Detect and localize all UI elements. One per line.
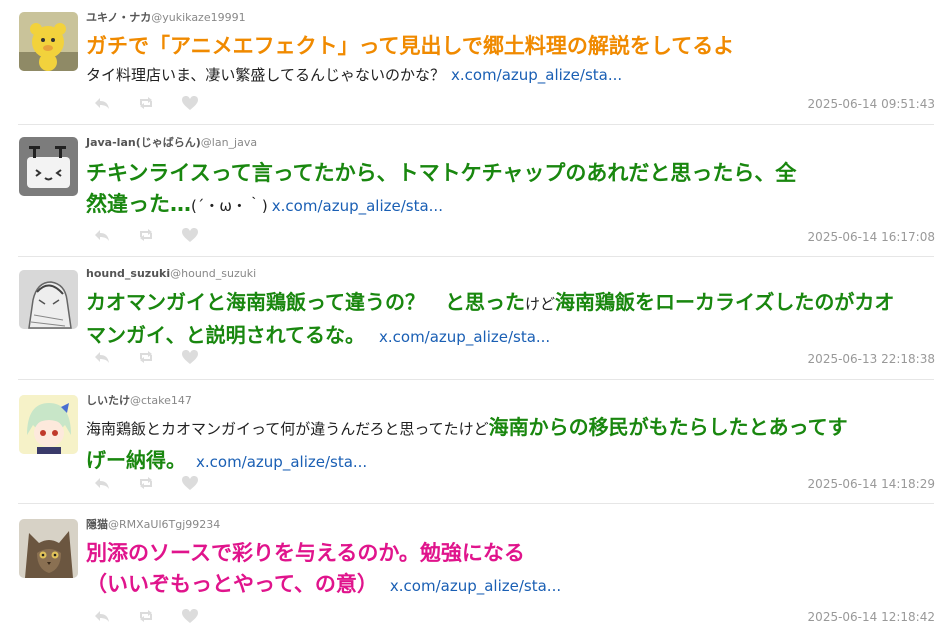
- user-handle[interactable]: @lan_java: [201, 136, 257, 149]
- tweet-text-line: カオマンガイと海南鶏飯って違うの？ と思った: [86, 290, 525, 314]
- tweet-meta: しいたけ@ctake147: [86, 392, 192, 408]
- like-icon[interactable]: [180, 608, 200, 624]
- tweet-item: しいたけ@ctake147 海南鶏飯とカオマンガイって何が違うんだろと思ってたけ…: [0, 383, 946, 505]
- user-handle[interactable]: @hound_suzuki: [170, 267, 256, 280]
- timestamp[interactable]: 2025-06-14 09:51:43: [808, 97, 935, 111]
- tweet-actions: [92, 474, 200, 492]
- tweet-text-line: マンガイ、と説明されてるな。: [86, 323, 365, 347]
- robot-face-avatar-icon[interactable]: [19, 137, 78, 196]
- tweet-actions: [92, 94, 200, 112]
- tweet-body: ガチで「アニメエフェクト」って見出しで郷土料理の解説をしてるよ タイ料理店いま、…: [86, 31, 938, 88]
- tweet-meta: hound_suzuki@hound_suzuki: [86, 267, 256, 280]
- yellow-bear-avatar-icon[interactable]: [19, 12, 78, 71]
- kaomoji: (´・ω・｀): [191, 197, 268, 215]
- timestamp[interactable]: 2025-06-14 16:17:08: [808, 230, 935, 244]
- tweet-actions: [92, 348, 200, 366]
- retweet-icon[interactable]: [136, 475, 156, 491]
- cat-photo-avatar-icon[interactable]: [19, 519, 78, 578]
- tweet-body: 海南鶏飯とカオマンガイって何が違うんだろと思ってたけど海南からの移民がもたらした…: [86, 412, 938, 478]
- user-name[interactable]: Java-lan(じゃばらん): [86, 136, 201, 149]
- retweet-icon[interactable]: [136, 608, 156, 624]
- retweet-icon[interactable]: [136, 95, 156, 111]
- tweet-link[interactable]: x.com/azup_alize/sta...: [451, 66, 622, 84]
- tweet-text-line: げー納得。: [86, 448, 186, 472]
- user-handle[interactable]: @RMXaUl6Tgj99234: [108, 518, 220, 531]
- retweet-icon[interactable]: [136, 349, 156, 365]
- retweet-icon[interactable]: [136, 227, 156, 243]
- timestamp[interactable]: 2025-06-14 14:18:29: [808, 477, 935, 491]
- tweet-actions: [92, 607, 200, 625]
- tweet-item: ユキノ・ナカ@yukikaze19991 ガチで「アニメエフェクト」って見出しで…: [0, 0, 946, 124]
- divider: [18, 379, 934, 380]
- tweet-text-line: 海南鶏飯をローカライズしたのがカオ: [555, 290, 895, 314]
- tweet-item: hound_suzuki@hound_suzuki カオマンガイと海南鶏飯って違…: [0, 258, 946, 379]
- anime-girl-avatar-icon[interactable]: [19, 395, 78, 454]
- tweet-body: 別添のソースで彩りを与えるのか。勉強になる （いいぞもっとやって、の意） x.co…: [86, 538, 938, 602]
- tweet-text-line: 然違った…: [86, 192, 191, 216]
- tweet-link[interactable]: x.com/azup_alize/sta...: [390, 577, 561, 595]
- divider: [18, 256, 934, 257]
- timestamp[interactable]: 2025-06-13 22:18:38: [808, 352, 935, 366]
- tweet-text-line: タイ料理店いま、凄い繁盛してるんじゃないのかな？: [86, 66, 445, 84]
- user-handle[interactable]: @yukikaze19991: [151, 11, 245, 24]
- reply-icon[interactable]: [92, 608, 112, 624]
- like-icon[interactable]: [180, 349, 200, 365]
- user-handle[interactable]: @ctake147: [130, 394, 192, 407]
- user-name[interactable]: ユキノ・ナカ: [86, 11, 151, 24]
- tweet-item: Java-lan(じゃばらん)@lan_java チキンライスって言ってたから、…: [0, 125, 946, 257]
- tweet-meta: ユキノ・ナカ@yukikaze19991: [86, 9, 246, 25]
- tweet-body: チキンライスって言ってたから、トマトケチャップのあれだと思ったら、全 然違った……: [86, 158, 938, 222]
- like-icon[interactable]: [180, 227, 200, 243]
- like-icon[interactable]: [180, 475, 200, 491]
- tweet-link[interactable]: x.com/azup_alize/sta...: [196, 453, 367, 471]
- like-icon[interactable]: [180, 95, 200, 111]
- reply-icon[interactable]: [92, 475, 112, 491]
- tweet-text-line: 別添のソースで彩りを与えるのか。勉強になる: [86, 541, 525, 565]
- tweet-feed: ユキノ・ナカ@yukikaze19991 ガチで「アニメエフェクト」って見出しで…: [0, 0, 946, 633]
- tweet-item: 隠猫@RMXaUl6Tgj99234 別添のソースで彩りを与えるのか。勉強になる…: [0, 507, 946, 633]
- tweet-actions: [92, 226, 200, 244]
- tweet-text-line: ガチで「アニメエフェクト」って見出しで郷土料理の解説をしてるよ: [86, 34, 735, 58]
- reply-icon[interactable]: [92, 349, 112, 365]
- sketch-person-avatar-icon[interactable]: [19, 270, 78, 329]
- reply-icon[interactable]: [92, 227, 112, 243]
- tweet-text-line: 海南鶏飯とカオマンガイって何が違うんだろと思ってたけど: [86, 420, 489, 438]
- tweet-link[interactable]: x.com/azup_alize/sta...: [272, 197, 443, 215]
- user-name[interactable]: しいたけ: [86, 394, 130, 407]
- tweet-text-line: チキンライスって言ってたから、トマトケチャップのあれだと思ったら、全: [86, 161, 797, 185]
- tweet-meta: 隠猫@RMXaUl6Tgj99234: [86, 516, 220, 532]
- timestamp[interactable]: 2025-06-14 12:18:42: [808, 610, 935, 624]
- reply-icon[interactable]: [92, 95, 112, 111]
- tweet-text-line: 海南からの移民がもたらしたとあってす: [488, 415, 848, 439]
- tweet-text-line: （いいぞもっとやって、の意）: [86, 572, 378, 596]
- tweet-body: カオマンガイと海南鶏飯って違うの？ と思ったけど海南鶏飯をローカライズしたのがカ…: [86, 287, 938, 353]
- user-name[interactable]: 隠猫: [86, 518, 108, 531]
- tweet-text-line: けど: [525, 295, 556, 313]
- divider: [18, 503, 934, 504]
- user-name[interactable]: hound_suzuki: [86, 267, 170, 280]
- tweet-link[interactable]: x.com/azup_alize/sta...: [379, 328, 550, 346]
- tweet-meta: Java-lan(じゃばらん)@lan_java: [86, 134, 257, 150]
